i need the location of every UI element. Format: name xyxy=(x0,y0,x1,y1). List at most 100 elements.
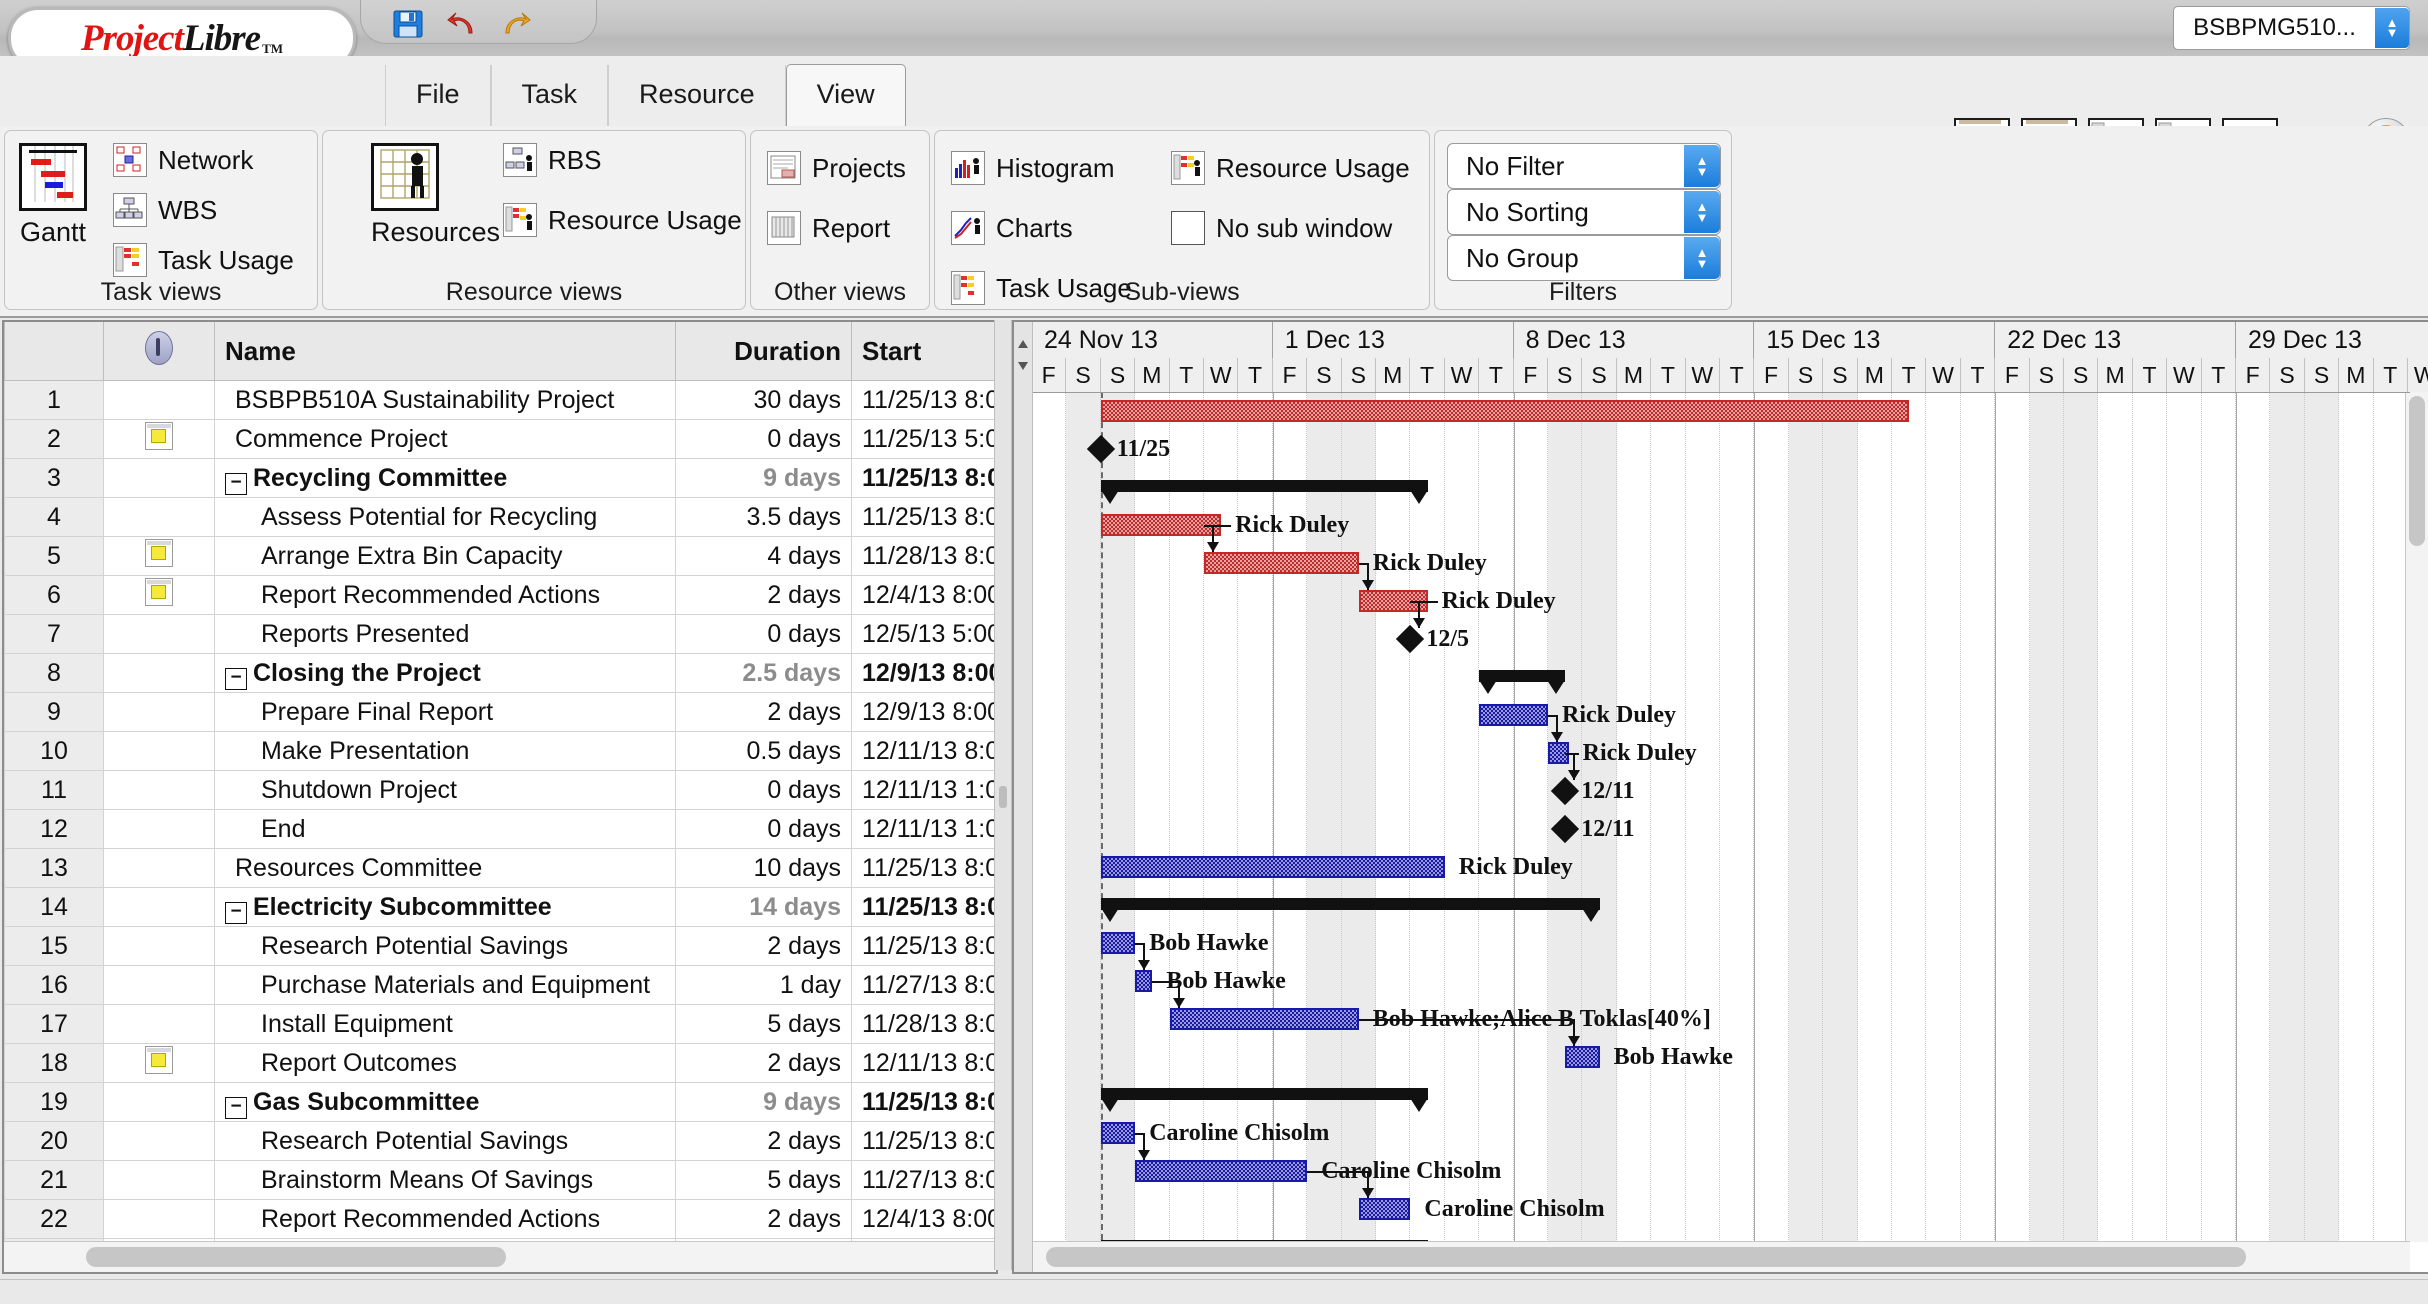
row-task-name[interactable]: Install Equipment xyxy=(214,1004,676,1044)
table-row[interactable]: 3− Recycling Committee 9 days 11/25/13 8:0 xyxy=(4,458,996,498)
sorting-combo[interactable]: No Sorting ▲ ▼ xyxy=(1447,189,1721,235)
row-indicator-cell[interactable] xyxy=(103,419,215,459)
gantt-task-bar[interactable] xyxy=(1100,1122,1136,1144)
row-task-name[interactable]: Shutdown Project xyxy=(214,770,676,810)
row-duration[interactable]: 2 days xyxy=(675,1121,852,1161)
row-expander-icon[interactable]: − xyxy=(225,472,247,495)
row-indicator-cell[interactable] xyxy=(103,770,215,810)
row-task-name[interactable]: − Gas Subcommittee xyxy=(214,1082,676,1122)
row-id[interactable]: 6 xyxy=(4,575,104,615)
row-task-name[interactable]: Make Presentation xyxy=(214,731,676,771)
splitter-grip[interactable] xyxy=(999,786,1007,808)
row-indicator-cell[interactable] xyxy=(103,1199,215,1239)
row-expander-icon[interactable]: − xyxy=(225,901,247,924)
project-selector[interactable]: BSBPMG510... ▲ ▼ xyxy=(2173,6,2410,50)
gantt-summary-bar[interactable] xyxy=(1100,898,1600,922)
row-task-name[interactable]: Purchase Materials and Equipment xyxy=(214,965,676,1005)
row-duration[interactable]: 30 days xyxy=(675,380,852,420)
row-task-name[interactable]: Assess Potential for Recycling xyxy=(214,497,676,537)
group-combo-spinner-icon[interactable]: ▲ ▼ xyxy=(1684,237,1720,279)
row-expander-icon[interactable]: − xyxy=(225,667,247,690)
row-duration[interactable]: 2 days xyxy=(675,692,852,732)
row-indicator-cell[interactable] xyxy=(103,809,215,849)
row-start[interactable]: 12/5/13 5:00 xyxy=(851,614,996,654)
row-duration[interactable]: 2.5 days xyxy=(675,653,852,693)
ribbon-item-resource-usage[interactable]: Resource Usage xyxy=(503,203,742,237)
row-id[interactable]: 17 xyxy=(4,1004,104,1044)
table-row[interactable]: 18 Report Outcomes 2 days 12/11/13 8:0 xyxy=(4,1043,996,1083)
row-task-name[interactable]: − Recycling Committee xyxy=(214,458,676,498)
row-task-name[interactable]: Brainstorm Means Of Savings xyxy=(214,1160,676,1200)
row-id[interactable]: 21 xyxy=(4,1160,104,1200)
row-task-name[interactable]: − Electricity Subcommittee xyxy=(214,887,676,927)
row-duration[interactable]: 5 days xyxy=(675,1160,852,1200)
row-start[interactable]: 12/4/13 8:00 xyxy=(851,1199,996,1239)
pane-splitter[interactable] xyxy=(994,320,1012,1270)
row-indicator-cell[interactable] xyxy=(103,1082,215,1122)
gantt-vscrollbar[interactable] xyxy=(2405,392,2428,1242)
row-task-name[interactable]: Commence Project xyxy=(214,419,676,459)
row-id[interactable]: 20 xyxy=(4,1121,104,1161)
row-indicator-cell[interactable] xyxy=(103,1121,215,1161)
row-id[interactable]: 15 xyxy=(4,926,104,966)
row-indicator-cell[interactable] xyxy=(103,692,215,732)
row-indicator-cell[interactable] xyxy=(103,497,215,537)
row-indicator-cell[interactable] xyxy=(103,1004,215,1044)
ribbon-item-report[interactable]: Report xyxy=(767,211,906,245)
row-task-name[interactable]: Reports Presented xyxy=(214,614,676,654)
row-indicator-cell[interactable] xyxy=(103,731,215,771)
row-id[interactable]: 10 xyxy=(4,731,104,771)
row-id[interactable]: 12 xyxy=(4,809,104,849)
column-header-name[interactable]: Name xyxy=(214,322,676,381)
row-duration[interactable]: 9 days xyxy=(675,458,852,498)
row-start[interactable]: 12/9/13 8:00 xyxy=(851,653,996,693)
row-duration[interactable]: 2 days xyxy=(675,575,852,615)
row-duration[interactable]: 0 days xyxy=(675,419,852,459)
group-combo[interactable]: No Group ▲ ▼ xyxy=(1447,235,1721,281)
table-row[interactable]: 15 Research Potential Savings 2 days 11/25/… xyxy=(4,926,996,966)
gantt-button[interactable]: Gantt xyxy=(19,143,87,248)
row-start[interactable]: 11/28/13 8:0 xyxy=(851,536,996,576)
row-id[interactable]: 1 xyxy=(4,380,104,420)
row-indicator-cell[interactable] xyxy=(103,1160,215,1200)
row-indicator-cell[interactable] xyxy=(103,536,215,576)
redo-icon[interactable] xyxy=(499,9,533,39)
row-task-name[interactable]: Arrange Extra Bin Capacity xyxy=(214,536,676,576)
row-task-name[interactable]: Resources Committee xyxy=(214,848,676,888)
table-row[interactable]: 10 Make Presentation 0.5 days 12/11/13 8:0 xyxy=(4,731,996,771)
row-start[interactable]: 11/27/13 8:0 xyxy=(851,965,996,1005)
scroll-down-arrow-icon[interactable] xyxy=(1018,362,1028,370)
row-id[interactable]: 14 xyxy=(4,887,104,927)
ribbon-item-rbs[interactable]: RBS xyxy=(503,143,742,177)
column-header-duration[interactable]: Duration xyxy=(675,322,852,381)
row-id[interactable]: 9 xyxy=(4,692,104,732)
row-task-name[interactable]: Report Recommended Actions xyxy=(214,1199,676,1239)
row-start[interactable]: 12/9/13 8:00 xyxy=(851,692,996,732)
gantt-task-bar[interactable] xyxy=(1169,1008,1359,1030)
gantt-summary-bar[interactable] xyxy=(1479,670,1566,694)
row-start[interactable]: 11/25/13 8:0 xyxy=(851,458,996,498)
note-indicator-icon[interactable] xyxy=(145,421,173,450)
ribbon-item-task-usage[interactable]: Task Usage xyxy=(113,243,294,277)
gantt-task-bar[interactable] xyxy=(1100,856,1445,878)
note-indicator-icon[interactable] xyxy=(145,538,173,567)
row-indicator-cell[interactable] xyxy=(103,575,215,615)
row-duration[interactable]: 3.5 days xyxy=(675,497,852,537)
ribbon-item-wbs[interactable]: WBS xyxy=(113,193,294,227)
row-start[interactable]: 11/25/13 8:0 xyxy=(851,1121,996,1161)
table-row[interactable]: 2 Commence Project 0 days 11/25/13 5:0 xyxy=(4,419,996,459)
row-id[interactable]: 13 xyxy=(4,848,104,888)
row-task-name[interactable]: Research Potential Savings xyxy=(214,1121,676,1161)
row-duration[interactable]: 10 days xyxy=(675,848,852,888)
sorting-combo-spinner-icon[interactable]: ▲ ▼ xyxy=(1684,191,1720,233)
scroll-up-arrow-icon[interactable] xyxy=(1018,340,1028,348)
row-start[interactable]: 12/11/13 8:0 xyxy=(851,731,996,771)
row-duration[interactable]: 2 days xyxy=(675,1199,852,1239)
gantt-task-bar[interactable] xyxy=(1204,552,1359,574)
row-start[interactable]: 11/27/13 8:0 xyxy=(851,1160,996,1200)
row-task-name[interactable]: − Closing the Project xyxy=(214,653,676,693)
row-start[interactable]: 11/28/13 8:0 xyxy=(851,1004,996,1044)
table-hscrollbar[interactable] xyxy=(4,1241,996,1272)
column-header-id[interactable] xyxy=(4,322,104,381)
row-indicator-cell[interactable] xyxy=(103,614,215,654)
